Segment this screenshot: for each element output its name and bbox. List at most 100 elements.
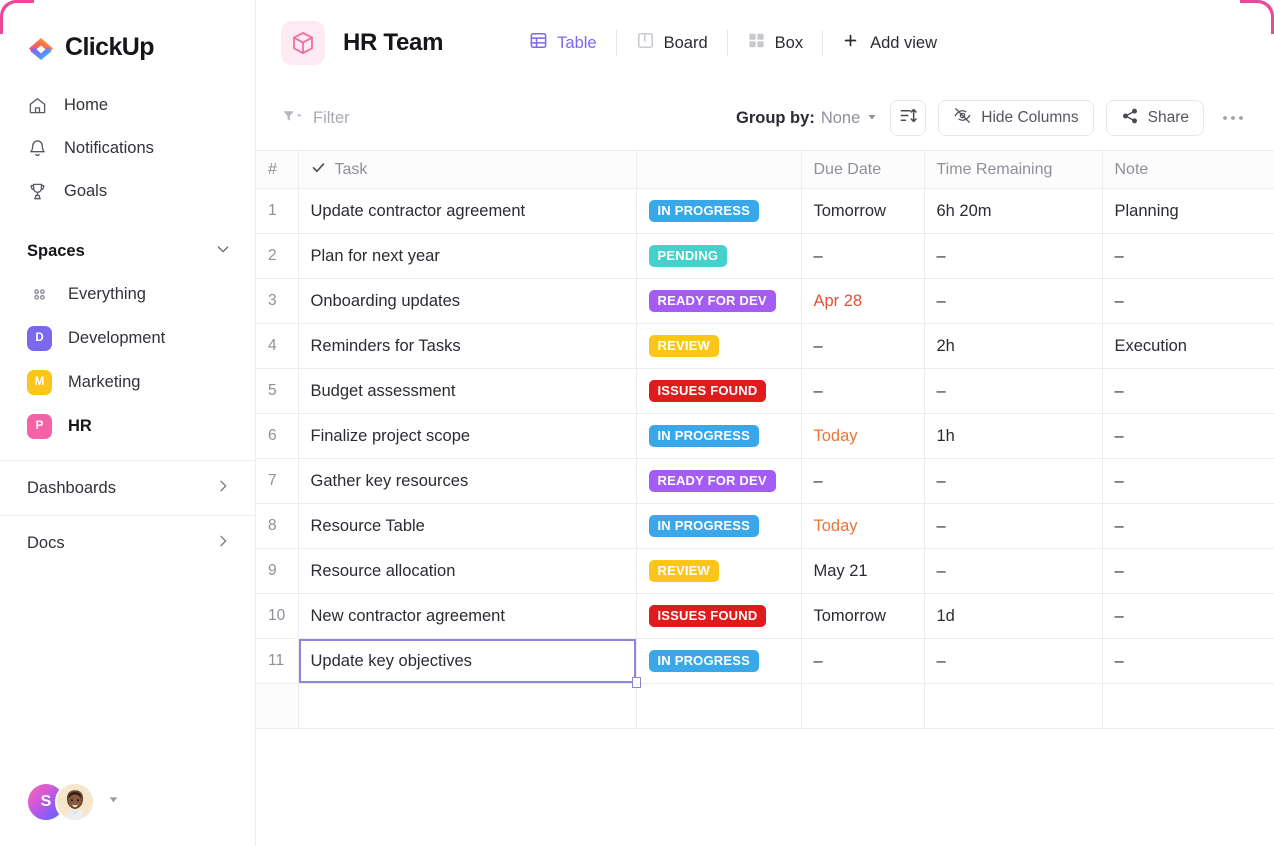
status-cell[interactable]: REVIEW <box>636 323 802 369</box>
group-by-dropdown[interactable]: Group by: None <box>736 109 878 128</box>
due-date-cell[interactable]: – <box>801 638 925 684</box>
time-remaining-cell[interactable]: 2h <box>924 323 1103 369</box>
sort-button[interactable] <box>890 100 927 136</box>
table-row[interactable]: 5 Budget assessment ISSUES FOUND – – – <box>256 368 1274 414</box>
note-cell[interactable]: – <box>1102 548 1274 594</box>
column-header-number[interactable]: # <box>256 150 299 189</box>
column-header-due-date[interactable]: Due Date <box>801 150 925 189</box>
spaces-section-header[interactable]: Spaces <box>0 213 255 272</box>
task-cell[interactable]: Resource Table <box>298 503 637 549</box>
time-remaining-cell[interactable]: – <box>924 503 1103 549</box>
sidebar-item-everything[interactable]: Everything <box>0 272 255 316</box>
table-row[interactable]: 3 Onboarding updates READY FOR DEV Apr 28– – <box>256 278 1274 324</box>
status-cell[interactable]: IN PROGRESS <box>636 503 802 549</box>
brand-logo[interactable]: ClickUp <box>0 0 255 68</box>
column-header-task[interactable]: Task <box>298 150 637 189</box>
note-cell[interactable]: – <box>1102 458 1274 504</box>
status-cell[interactable]: IN PROGRESS <box>636 188 802 234</box>
task-cell[interactable]: Budget assessment <box>298 368 637 414</box>
due-date-cell[interactable]: – <box>801 458 925 504</box>
note-cell[interactable]: – <box>1102 593 1274 639</box>
tab-box[interactable]: Box <box>728 28 822 58</box>
time-remaining-cell[interactable]: – <box>924 638 1103 684</box>
filter-button[interactable]: Filter <box>282 108 350 129</box>
due-date-cell[interactable]: – <box>801 368 925 414</box>
more-options-button[interactable] <box>1216 109 1250 127</box>
task-cell[interactable]: Onboarding updates <box>298 278 637 324</box>
share-button[interactable]: Share <box>1105 100 1204 136</box>
time-remaining-cell[interactable]: – <box>924 548 1103 594</box>
note-cell[interactable]: – <box>1102 503 1274 549</box>
column-header-time-remaining[interactable]: Time Remaining <box>924 150 1103 189</box>
table-row[interactable]: 7 Gather key resources READY FOR DEV – – – <box>256 458 1274 504</box>
time-remaining-cell[interactable]: – <box>924 458 1103 504</box>
status-cell[interactable]: READY FOR DEV <box>636 458 802 504</box>
table-row[interactable]: 8 Resource Table IN PROGRESS Today – – <box>256 503 1274 549</box>
task-cell[interactable]: Plan for next year <box>298 233 637 279</box>
task-cell-selected[interactable]: Update key objectives <box>298 638 641 688</box>
time-remaining-cell[interactable]: – <box>924 278 1103 324</box>
status-cell[interactable]: READY FOR DEV <box>636 278 802 324</box>
table-row[interactable]: 10 New contractor agreement ISSUES FOUND To… <box>256 593 1274 639</box>
table-row[interactable]: 6 Finalize project scope IN PROGRESS Today 1… <box>256 413 1274 459</box>
time-remaining-cell[interactable]: 6h 20m <box>924 188 1103 234</box>
tab-board[interactable]: Board <box>617 28 727 58</box>
status-cell[interactable]: REVIEW <box>636 548 802 594</box>
table-row[interactable]: 2 Plan for next year PENDING – – – <box>256 233 1274 279</box>
chevron-down-icon[interactable] <box>107 793 120 811</box>
note-cell[interactable]: – <box>1102 278 1274 324</box>
status-cell[interactable]: ISSUES FOUND <box>636 368 802 414</box>
avatar-photo[interactable] <box>55 782 95 822</box>
due-date-cell[interactable]: – <box>801 323 925 369</box>
table-scroll-area[interactable]: # Task Due Date Time Remaining Note 1 Up… <box>256 150 1274 846</box>
table-row[interactable]: 4 Reminders for Tasks REVIEW –2h Execution <box>256 323 1274 369</box>
due-date-cell[interactable]: Today <box>801 503 925 549</box>
tab-table[interactable]: Table <box>510 28 615 58</box>
due-date-cell[interactable]: Tomorrow <box>801 188 925 234</box>
sidebar-item-notifications[interactable]: Notifications <box>0 127 255 170</box>
task-cell[interactable]: Resource allocation <box>298 548 637 594</box>
column-header-note[interactable]: Note <box>1102 150 1274 189</box>
table-row[interactable]: 9 Resource allocation REVIEW May 21– – <box>256 548 1274 594</box>
sidebar-item-docs[interactable]: Docs <box>0 516 255 570</box>
sidebar-item-hr[interactable]: P HR <box>0 404 255 448</box>
time-remaining-cell[interactable]: 1d <box>924 593 1103 639</box>
note-cell[interactable]: Execution <box>1102 323 1274 369</box>
due-date-cell[interactable]: – <box>801 233 925 279</box>
table-row[interactable]: 11 Update key objectives IN PROGRESS – – – <box>256 638 1274 688</box>
status-cell[interactable]: ISSUES FOUND <box>636 593 802 639</box>
sidebar-item-dashboards[interactable]: Dashboards <box>0 461 255 515</box>
time-remaining-cell[interactable]: 1h <box>924 413 1103 459</box>
column-header-status[interactable] <box>636 150 802 189</box>
status-cell[interactable]: PENDING <box>636 233 802 279</box>
chevron-down-icon[interactable] <box>215 241 231 262</box>
task-cell[interactable]: Finalize project scope <box>298 413 637 459</box>
note-cell[interactable]: Planning <box>1102 188 1274 234</box>
note-cell[interactable]: – <box>1102 233 1274 279</box>
status-cell[interactable]: IN PROGRESS <box>636 638 802 684</box>
sidebar-item-development[interactable]: D Development <box>0 316 255 360</box>
note-cell[interactable]: – <box>1102 638 1274 684</box>
sidebar-item-goals[interactable]: Goals <box>0 170 255 213</box>
status-cell[interactable]: IN PROGRESS <box>636 413 802 459</box>
task-cell[interactable]: New contractor agreement <box>298 593 637 639</box>
task-cell[interactable]: Reminders for Tasks <box>298 323 637 369</box>
sidebar-item-home[interactable]: Home <box>0 84 255 127</box>
time-remaining-cell[interactable]: – <box>924 233 1103 279</box>
note-cell[interactable]: – <box>1102 368 1274 414</box>
sidebar-item-marketing[interactable]: M Marketing <box>0 360 255 404</box>
task-cell[interactable]: Update contractor agreement <box>298 188 637 234</box>
note-cell[interactable]: – <box>1102 413 1274 459</box>
hide-columns-button[interactable]: Hide Columns <box>938 100 1094 136</box>
row-number: 7 <box>256 458 299 504</box>
due-date-cell[interactable]: May 21 <box>801 548 925 594</box>
time-remaining-cell[interactable]: – <box>924 368 1103 414</box>
add-view-button[interactable]: Add view <box>823 28 956 58</box>
task-cell[interactable]: Gather key resources <box>298 458 637 504</box>
due-date-cell[interactable]: Apr 28 <box>801 278 925 324</box>
table-row[interactable]: 1 Update contractor agreement IN PROGRESS T… <box>256 188 1274 234</box>
cell-drag-handle[interactable] <box>631 677 641 688</box>
due-date-cell[interactable]: Tomorrow <box>801 593 925 639</box>
avatar-group[interactable]: S <box>26 782 95 822</box>
due-date-cell[interactable]: Today <box>801 413 925 459</box>
